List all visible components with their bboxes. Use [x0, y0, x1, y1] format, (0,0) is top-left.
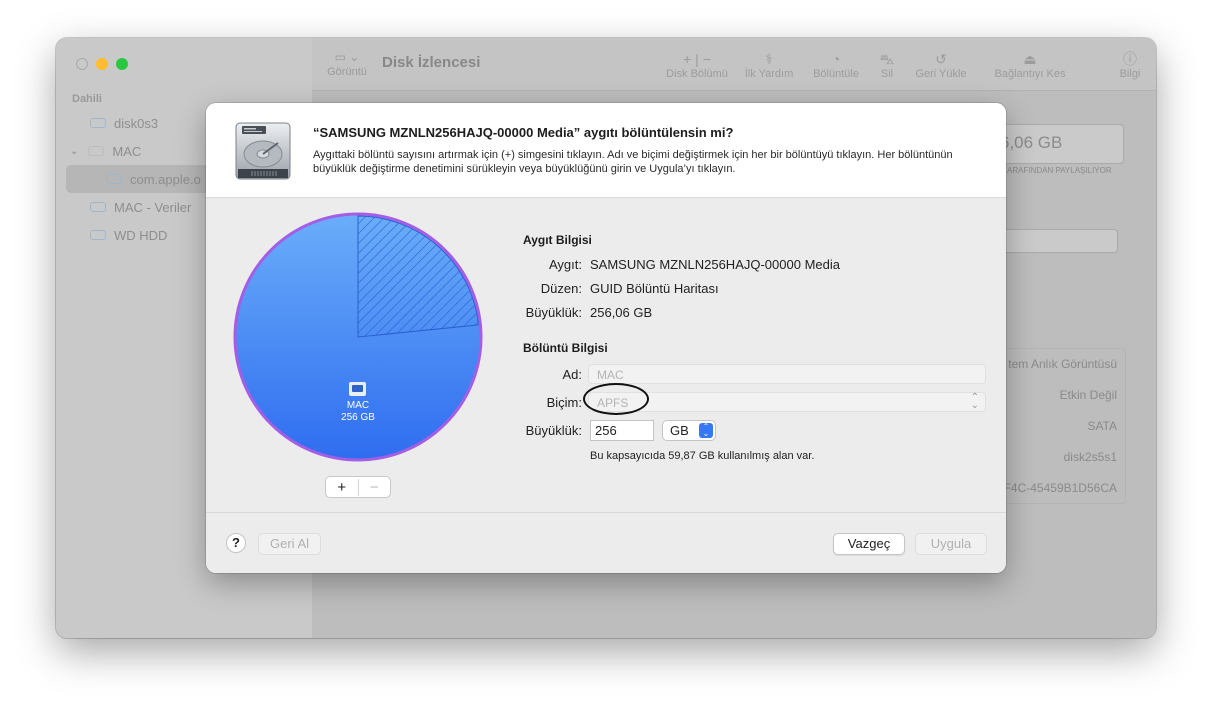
scheme-label: Düzen:	[540, 281, 582, 296]
toolbar: ▭ ⌄ Görüntü Disk İzlencesi + | − Disk Bö…	[312, 38, 1156, 91]
highlight-annotation	[583, 383, 649, 415]
remove-partition-button[interactable]: −	[357, 478, 391, 496]
partition-size-label: 256 GB	[341, 412, 375, 423]
volume-icon	[90, 118, 106, 128]
erase-button[interactable]: ⛍ Sil	[872, 50, 902, 80]
minimize-window-button[interactable]	[96, 58, 108, 70]
toolbar-label: İlk Yardım	[744, 68, 794, 80]
close-window-button[interactable]	[76, 58, 88, 70]
size-unit-popup[interactable]: GB ⌃ ⌄	[662, 420, 716, 441]
volume-icon	[90, 202, 106, 212]
chevron-down-icon[interactable]: ⌄	[70, 146, 78, 157]
volume-icon	[90, 230, 106, 240]
device-size-label: Büyüklük:	[525, 305, 582, 320]
sidebar-item-label: MAC - Veriler	[114, 199, 192, 215]
volume-icon	[106, 174, 122, 184]
volume-mini-icon	[349, 382, 366, 396]
view-button[interactable]: ▭ ⌄ Görüntü	[327, 50, 367, 80]
sidebar-item-label: WD HDD	[114, 227, 168, 243]
toolbar-label: Bağlantıyı Kes	[994, 68, 1066, 80]
help-button[interactable]: ?	[226, 533, 246, 553]
size-unit-value: GB	[670, 423, 689, 438]
toolbar-label: Sil	[880, 68, 894, 80]
hard-drive-icon	[235, 122, 291, 180]
partition-pie-graphic	[233, 212, 483, 462]
name-label: Ad:	[562, 367, 582, 382]
dialog-description: Aygıttaki bölüntü sayısını artırmak için…	[313, 149, 953, 175]
sidebar-section-internal: Dahili	[72, 93, 102, 105]
format-label: Biçim:	[546, 395, 582, 410]
partition-button[interactable]: + | − Disk Bölümü	[664, 50, 730, 80]
container-icon	[88, 146, 105, 156]
dialog-header: “SAMSUNG MZNLN256HAJQ-00000 Media” aygıt…	[206, 103, 1006, 198]
info-row: Etkin Değil	[1059, 388, 1117, 402]
sidebar-item-label: MAC	[112, 143, 142, 159]
dialog-footer: ? Geri Al Vazgeç Uygula	[206, 512, 1006, 573]
stethoscope-icon: ⚕	[765, 51, 773, 67]
partition-pie[interactable]: MAC 256 GB	[232, 211, 484, 463]
restore-button[interactable]: ↺ Geri Yükle	[908, 50, 974, 80]
scheme-value: GUID Bölüntü Haritası	[590, 281, 719, 296]
device-value: SAMSUNG MZNLN256HAJQ-00000 Media	[590, 257, 840, 272]
view-label: Görüntü	[327, 66, 367, 78]
plus-minus-icon: + | −	[683, 51, 711, 67]
updown-chevron-icon: ⌃ ⌄	[699, 423, 713, 438]
info-table: tem Anlık Görüntüsü Etkin Değil SATA dis…	[986, 348, 1126, 504]
used-space-slice	[357, 215, 479, 338]
partition-tool-button[interactable]: ◔ Bölüntüle	[806, 50, 866, 80]
info-row: tem Anlık Görüntüsü	[1008, 357, 1117, 371]
add-remove-control: + −	[325, 476, 391, 498]
pie-icon: ◔	[831, 51, 841, 67]
partition-name-label: MAC	[346, 400, 370, 411]
shared-by-label: ARAFINDAN PAYLAŞILIYOR	[1007, 166, 1112, 175]
apply-button[interactable]: Uygula	[915, 533, 987, 555]
device-label: Aygıt:	[548, 257, 582, 272]
eject-icon: ⏏	[1023, 51, 1037, 67]
name-field[interactable]: MAC	[588, 364, 986, 384]
sidebar-item-label: com.apple.o	[130, 171, 201, 187]
sidebar-item-label: disk0s3	[114, 115, 159, 131]
partition-size-input[interactable]: 256	[590, 420, 654, 441]
unmount-button[interactable]: ⏏ Bağlantıyı Kes	[986, 50, 1074, 80]
zoom-window-button[interactable]	[116, 58, 128, 70]
toolbar-label: Geri Yükle	[915, 68, 967, 80]
device-size-value: 256,06 GB	[590, 305, 653, 320]
info-row: SATA	[1087, 419, 1117, 433]
info-row: F4C-45459B1D56CA	[1003, 481, 1117, 495]
restore-icon: ↺	[935, 51, 947, 67]
eraser-icon: ⛍	[879, 51, 895, 67]
window-title: Disk İzlencesi	[382, 54, 481, 71]
dialog-title: “SAMSUNG MZNLN256HAJQ-00000 Media” aygıt…	[313, 125, 734, 140]
sidebar-toggle-icon: ▭ ⌄	[334, 50, 360, 64]
partition-dialog: “SAMSUNG MZNLN256HAJQ-00000 Media” aygıt…	[206, 103, 1006, 573]
info-button[interactable]: ⓘ Bilgi	[1112, 50, 1148, 80]
updown-chevron-icon: ⌃ ⌄	[970, 392, 979, 411]
toolbar-label: Bölüntüle	[813, 68, 859, 80]
info-row: disk2s5s1	[1063, 450, 1117, 464]
toolbar-label: Disk Bölümü	[666, 68, 728, 80]
device-info-heading: Aygıt Bilgisi	[523, 233, 592, 247]
capacity-value: 6,06 GB	[1000, 133, 1063, 152]
info-icon: ⓘ	[1123, 51, 1137, 67]
toolbar-label: Bilgi	[1119, 68, 1141, 80]
revert-button[interactable]: Geri Al	[258, 533, 321, 555]
cancel-button[interactable]: Vazgeç	[833, 533, 905, 555]
used-space-note: Bu kapsayıcıda 59,87 GB kullanılmış alan…	[590, 450, 815, 462]
add-partition-button[interactable]: +	[326, 479, 358, 496]
first-aid-button[interactable]: ⚕ İlk Yardım	[739, 50, 799, 80]
partition-info-heading: Bölüntü Bilgisi	[523, 341, 608, 355]
partition-size-field-label: Büyüklük:	[525, 423, 582, 438]
